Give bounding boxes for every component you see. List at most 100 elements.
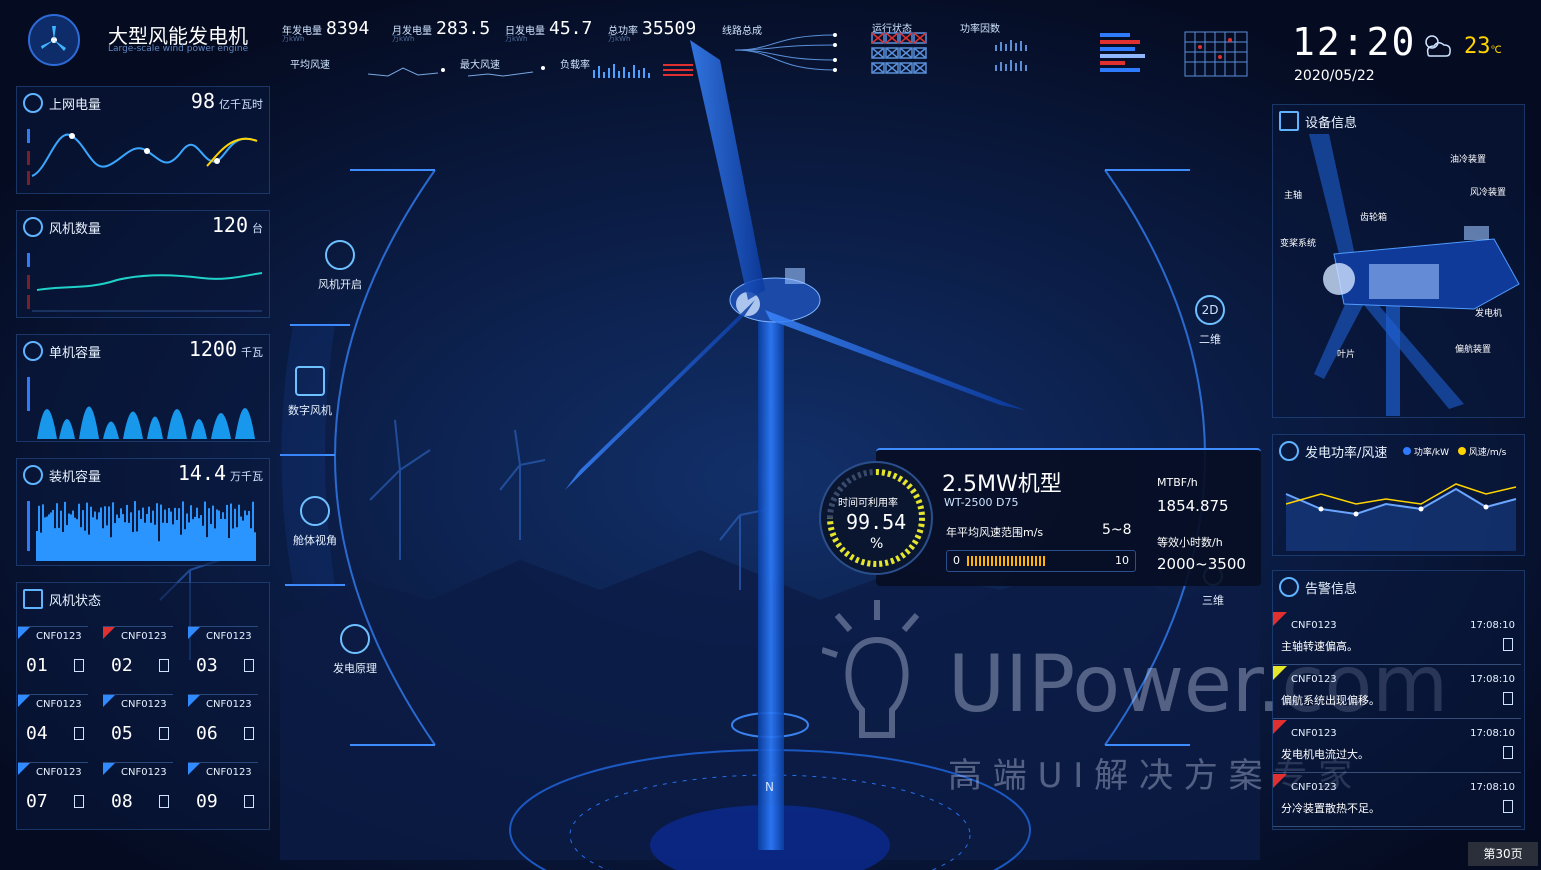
mode-2d-icon: 2D	[1195, 295, 1225, 325]
document-icon[interactable]	[159, 727, 169, 740]
turbine-status-tile[interactable]: CNF0123 03	[188, 626, 258, 687]
menu-2d-view-label: 二维	[1199, 333, 1221, 346]
menu-generation-principle[interactable]: 发电原理	[320, 624, 390, 676]
alert-item[interactable]: CNF0123 17:08:10 分冷装置散热不足。	[1273, 774, 1521, 827]
metric-total-value: 35509	[642, 18, 697, 39]
wind-range-bar: 0 10	[946, 550, 1136, 572]
alert-turbine-id: CNF0123	[1291, 620, 1337, 631]
alert-flag	[1273, 612, 1287, 626]
equipment-part-label: 风冷装置	[1470, 188, 1507, 198]
turbine-status-tile[interactable]: CNF0123 08	[103, 762, 173, 823]
turbine-logo-icon	[41, 26, 66, 51]
panel-alerts-title: 告警信息	[1279, 577, 1357, 597]
alert-flag	[1273, 774, 1287, 788]
document-icon[interactable]	[1503, 800, 1513, 813]
installed-capacity-number: 14.4	[177, 461, 226, 485]
status-flag	[103, 763, 115, 775]
equipment-part-label: 偏航装置	[1455, 345, 1492, 355]
turbine-status-tile[interactable]: CNF0123 05	[103, 694, 173, 755]
menu-2d-view[interactable]: 2D 二维	[1175, 295, 1245, 347]
turbine-status-tile[interactable]: CNF0123 06	[188, 694, 258, 755]
gauge-value: 99.54	[846, 510, 907, 534]
turbine-status-tile[interactable]: CNF0123 02	[103, 626, 173, 687]
tile-turbine-number: 06	[196, 723, 218, 744]
document-icon[interactable]	[244, 795, 254, 808]
document-icon[interactable]	[1503, 692, 1513, 705]
weather-cloud-sun-icon	[1425, 35, 1451, 57]
card-hours-value: 2000~3500	[1157, 555, 1246, 573]
turbine-status-tile[interactable]: CNF0123 04	[18, 694, 88, 755]
status-flag	[18, 627, 30, 639]
alert-time: 17:08:10	[1470, 674, 1515, 685]
app-subtitle: Large-scale wind power engine	[108, 44, 249, 54]
legend-power-swatch	[1403, 447, 1411, 455]
power-wind-line-chart	[1285, 483, 1517, 551]
legend-wind-swatch	[1457, 447, 1466, 455]
alert-item[interactable]: CNF0123 17:08:10 偏航系统出现偏移。	[1273, 666, 1521, 719]
tile-turbine-id: CNF0123	[206, 699, 252, 710]
turbine-status-tile[interactable]: CNF0123 07	[18, 762, 88, 823]
document-icon[interactable]	[74, 659, 84, 672]
panel-installed-capacity-title: 装机容量	[23, 465, 101, 485]
menu-digital-turbine[interactable]: 数字风机	[275, 366, 345, 418]
panel-turbine-status-title-text: 风机状态	[49, 593, 102, 609]
top-center-diagrams	[734, 31, 1248, 77]
turbine-status-tile[interactable]: CNF0123 01	[18, 626, 88, 687]
card-mtbf-label: MTBF/h	[1157, 476, 1198, 489]
panel-grid-energy-title-text: 上网电量	[49, 97, 102, 113]
document-icon[interactable]	[159, 659, 169, 672]
grid-energy-number: 98	[190, 89, 215, 113]
panel-unit-capacity: 单机容量 1200 千瓦	[16, 334, 270, 442]
panel-unit-capacity-title-text: 单机容量	[49, 345, 102, 361]
card-mtbf-value: 1854.875	[1157, 497, 1229, 515]
panel-power-wind: 发电功率/风速 功率/kW 风速/m/s	[1272, 434, 1525, 556]
menu-turbine-start[interactable]: 风机开启	[305, 240, 375, 292]
turbine-status-tile[interactable]: CNF0123 09	[188, 762, 258, 823]
tile-turbine-number: 03	[196, 655, 218, 676]
alert-circle-icon	[1279, 577, 1299, 597]
power-legend: 功率/kW 风速/m/s	[1403, 445, 1506, 458]
card-model-sub: WT-2500 D75	[944, 496, 1019, 509]
view-3d-icon	[300, 496, 330, 526]
document-icon[interactable]	[74, 795, 84, 808]
alert-turbine-id: CNF0123	[1291, 674, 1337, 685]
document-icon[interactable]	[1503, 638, 1513, 651]
menu-cabin-view-label: 舱体视角	[293, 534, 337, 547]
tile-turbine-number: 01	[26, 655, 48, 676]
menu-generation-principle-label: 发电原理	[333, 662, 377, 675]
tile-turbine-number: 08	[111, 791, 133, 812]
weather-temp-unit: ℃	[1490, 45, 1502, 56]
document-icon[interactable]	[244, 727, 254, 740]
panel-installed-capacity-value: 14.4 万千瓦	[178, 461, 263, 485]
metric-total-unit: 万kWh	[608, 35, 631, 43]
status-flag	[188, 627, 200, 639]
metric-monthly-value: 283.5	[436, 18, 491, 39]
document-icon[interactable]	[74, 727, 84, 740]
power-icon	[325, 240, 355, 270]
panel-unit-capacity-title: 单机容量	[23, 341, 101, 361]
menu-cabin-view[interactable]: 舱体视角	[280, 496, 350, 548]
watermark-bulb-icon	[822, 600, 920, 738]
document-icon[interactable]	[159, 795, 169, 808]
alert-item[interactable]: CNF0123 17:08:10 发电机电流过大。	[1273, 720, 1521, 773]
panel-power-wind-title: 发电功率/风速	[1279, 441, 1387, 461]
tile-turbine-id: CNF0123	[36, 631, 82, 642]
weather-temp-value: 23	[1464, 34, 1491, 59]
server-list-icon	[1279, 111, 1299, 131]
tile-turbine-number: 05	[111, 723, 133, 744]
gauge-unit: %	[870, 536, 884, 552]
card-range-value: 5~8	[1102, 522, 1132, 538]
document-icon[interactable]	[1503, 746, 1513, 759]
equipment-part-label: 齿轮箱	[1360, 213, 1388, 223]
panel-turbine-count-title: 风机数量	[23, 217, 101, 237]
document-icon[interactable]	[244, 659, 254, 672]
tile-turbine-number: 07	[26, 791, 48, 812]
panel-turbine-count: 风机数量 120 台	[16, 210, 270, 318]
metric-total-power: 总功率 35509 万kWh	[608, 18, 697, 43]
legend-wind-label: 风速/m/s	[1468, 448, 1507, 458]
weather-temp: 23℃	[1464, 34, 1502, 59]
turbine-count-line-chart	[27, 253, 263, 312]
status-flag	[188, 763, 200, 775]
equipment-part-label: 变桨系统	[1280, 239, 1317, 249]
alert-item[interactable]: CNF0123 17:08:10 主轴转速偏高。	[1273, 612, 1521, 665]
